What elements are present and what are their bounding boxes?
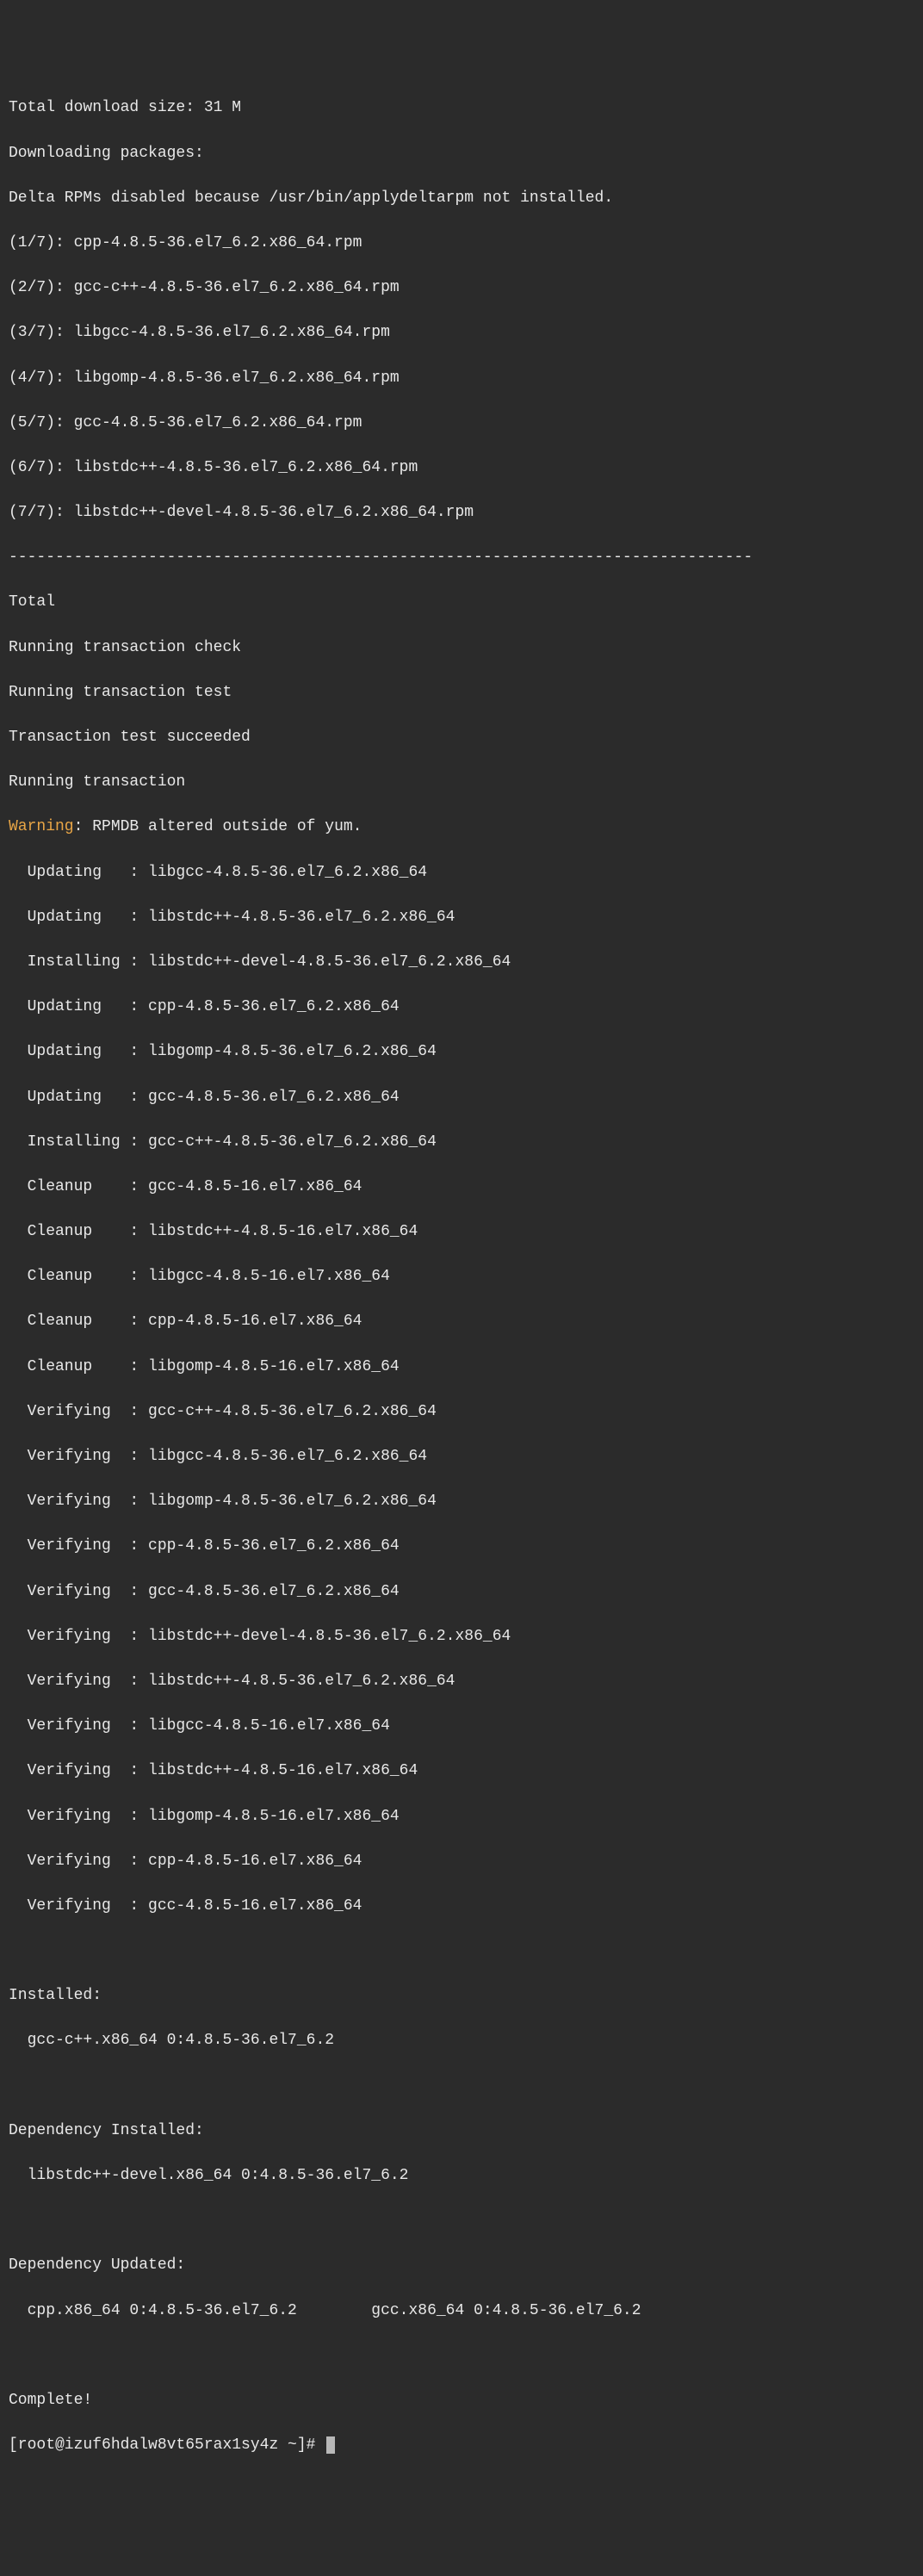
transaction-line: Cleanup : gcc-4.8.5-16.el7.x86_64	[9, 1176, 914, 1198]
warning-text: : RPMDB altered outside of yum.	[74, 818, 362, 835]
downloading-label: Downloading packages:	[9, 142, 914, 164]
transaction-test: Running transaction test	[9, 681, 914, 704]
dependency-updated-items: cpp.x86_64 0:4.8.5-36.el7_6.2 gcc.x86_64…	[9, 2300, 914, 2322]
transaction-line: Verifying : cpp-4.8.5-36.el7_6.2.x86_64	[9, 1535, 914, 1557]
transaction-line: Verifying : libgcc-4.8.5-36.el7_6.2.x86_…	[9, 1445, 914, 1468]
transaction-line: Cleanup : libgomp-4.8.5-16.el7.x86_64	[9, 1356, 914, 1378]
transaction-line: Cleanup : libstdc++-4.8.5-16.el7.x86_64	[9, 1220, 914, 1243]
total-label: Total	[9, 591, 914, 613]
transaction-line: Cleanup : cpp-4.8.5-16.el7.x86_64	[9, 1310, 914, 1332]
blank-line	[9, 1940, 914, 1962]
running-transaction: Running transaction	[9, 771, 914, 793]
transaction-test-succeeded: Transaction test succeeded	[9, 726, 914, 748]
dependency-installed-item: libstdc++-devel.x86_64 0:4.8.5-36.el7_6.…	[9, 2164, 914, 2187]
transaction-line: Verifying : libgomp-4.8.5-36.el7_6.2.x86…	[9, 1490, 914, 1512]
shell-prompt[interactable]: [root@izuf6hdalw8vt65rax1sy4z ~]#	[9, 2434, 914, 2456]
transaction-check: Running transaction check	[9, 636, 914, 659]
transaction-line: Verifying : gcc-4.8.5-36.el7_6.2.x86_64	[9, 1580, 914, 1603]
transaction-line: Verifying : cpp-4.8.5-16.el7.x86_64	[9, 1850, 914, 1872]
total-download-size: Total download size: 31 M	[9, 96, 914, 119]
installed-header: Installed:	[9, 1984, 914, 2007]
download-item: (3/7): libgcc-4.8.5-36.el7_6.2.x86_64.rp…	[9, 321, 914, 344]
download-item: (6/7): libstdc++-4.8.5-36.el7_6.2.x86_64…	[9, 456, 914, 479]
blank-line	[9, 2344, 914, 2367]
dependency-updated-header: Dependency Updated:	[9, 2254, 914, 2276]
download-item: (4/7): libgomp-4.8.5-36.el7_6.2.x86_64.r…	[9, 367, 914, 389]
download-item: (2/7): gcc-c++-4.8.5-36.el7_6.2.x86_64.r…	[9, 276, 914, 299]
transaction-line: Verifying : gcc-4.8.5-16.el7.x86_64	[9, 1895, 914, 1917]
dependency-installed-header: Dependency Installed:	[9, 2120, 914, 2142]
cursor-icon	[326, 2436, 335, 2454]
transaction-line: Installing : libstdc++-devel-4.8.5-36.el…	[9, 951, 914, 973]
transaction-line: Updating : cpp-4.8.5-36.el7_6.2.x86_64	[9, 996, 914, 1018]
installed-item: gcc-c++.x86_64 0:4.8.5-36.el7_6.2	[9, 2029, 914, 2051]
transaction-line: Installing : gcc-c++-4.8.5-36.el7_6.2.x8…	[9, 1131, 914, 1153]
transaction-line: Cleanup : libgcc-4.8.5-16.el7.x86_64	[9, 1265, 914, 1288]
delta-rpm-disabled: Delta RPMs disabled because /usr/bin/app…	[9, 187, 914, 209]
download-item: (7/7): libstdc++-devel-4.8.5-36.el7_6.2.…	[9, 501, 914, 524]
transaction-line: Verifying : libstdc++-4.8.5-16.el7.x86_6…	[9, 1760, 914, 1782]
transaction-line: Updating : libgomp-4.8.5-36.el7_6.2.x86_…	[9, 1040, 914, 1063]
transaction-line: Updating : libgcc-4.8.5-36.el7_6.2.x86_6…	[9, 861, 914, 884]
transaction-line: Verifying : gcc-c++-4.8.5-36.el7_6.2.x86…	[9, 1400, 914, 1423]
transaction-line: Updating : libstdc++-4.8.5-36.el7_6.2.x8…	[9, 906, 914, 928]
download-item: (5/7): gcc-4.8.5-36.el7_6.2.x86_64.rpm	[9, 412, 914, 434]
transaction-line: Updating : gcc-4.8.5-36.el7_6.2.x86_64	[9, 1086, 914, 1108]
warning-label: Warning	[9, 818, 74, 835]
prompt-text: [root@izuf6hdalw8vt65rax1sy4z ~]#	[9, 2436, 325, 2454]
download-item: (1/7): cpp-4.8.5-36.el7_6.2.x86_64.rpm	[9, 232, 914, 254]
transaction-line: Verifying : libstdc++-4.8.5-36.el7_6.2.x…	[9, 1670, 914, 1692]
complete-label: Complete!	[9, 2389, 914, 2412]
transaction-line: Verifying : libgcc-4.8.5-16.el7.x86_64	[9, 1715, 914, 1737]
transaction-line: Verifying : libstdc++-devel-4.8.5-36.el7…	[9, 1625, 914, 1648]
blank-line	[9, 2075, 914, 2097]
separator-line: ----------------------------------------…	[9, 546, 914, 568]
transaction-line: Verifying : libgomp-4.8.5-16.el7.x86_64	[9, 1805, 914, 1828]
blank-line	[9, 2209, 914, 2231]
rpmdb-warning: Warning: RPMDB altered outside of yum.	[9, 816, 914, 838]
